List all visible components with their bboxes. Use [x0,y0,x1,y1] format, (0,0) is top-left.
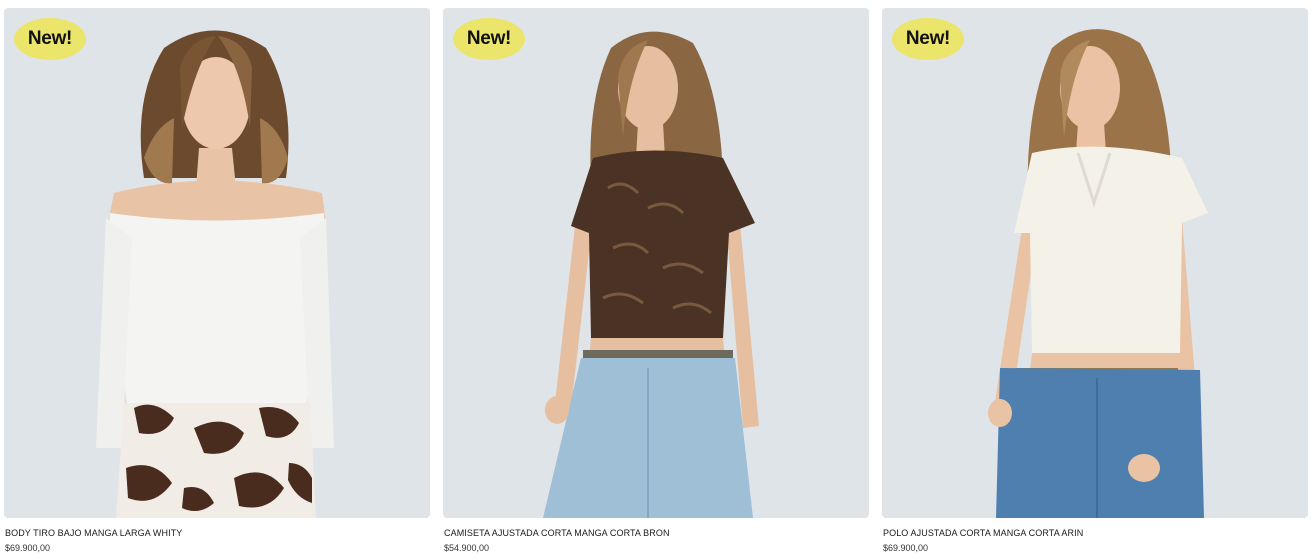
new-badge: New! [453,18,525,60]
new-badge: New! [14,18,86,60]
product-price: $69.900,00 [5,543,51,553]
new-badge: New! [892,18,964,60]
product-image[interactable]: New! [4,8,430,518]
model-photo-illustration [543,31,759,518]
product-name[interactable]: POLO AJUSTADA CORTA MANGA CORTA ARIN [883,528,1083,538]
product-name[interactable]: BODY TIRO BAJO MANGA LARGA WHITY [5,528,182,538]
product-card[interactable]: New! POLO AJUSTADA CORTA MANGA CORTA ARI… [882,8,1308,560]
product-card[interactable]: New! BODY TIRO BAJO MANGA LARGA WHITY $6… [4,8,430,560]
product-price: $54.900,00 [444,543,490,553]
product-image[interactable]: New! [443,8,869,518]
product-name[interactable]: CAMISETA AJUSTADA CORTA MANGA CORTA BRON [444,528,670,538]
model-photo-illustration [988,29,1208,518]
product-image[interactable]: New! [882,8,1308,518]
model-photo-illustration [96,30,334,518]
product-grid: New! BODY TIRO BAJO MANGA LARGA WHITY $6… [0,0,1312,560]
product-price: $69.900,00 [883,543,929,553]
product-card[interactable]: New! CAMISETA AJUSTADA CORTA MANGA CORTA… [443,8,869,560]
